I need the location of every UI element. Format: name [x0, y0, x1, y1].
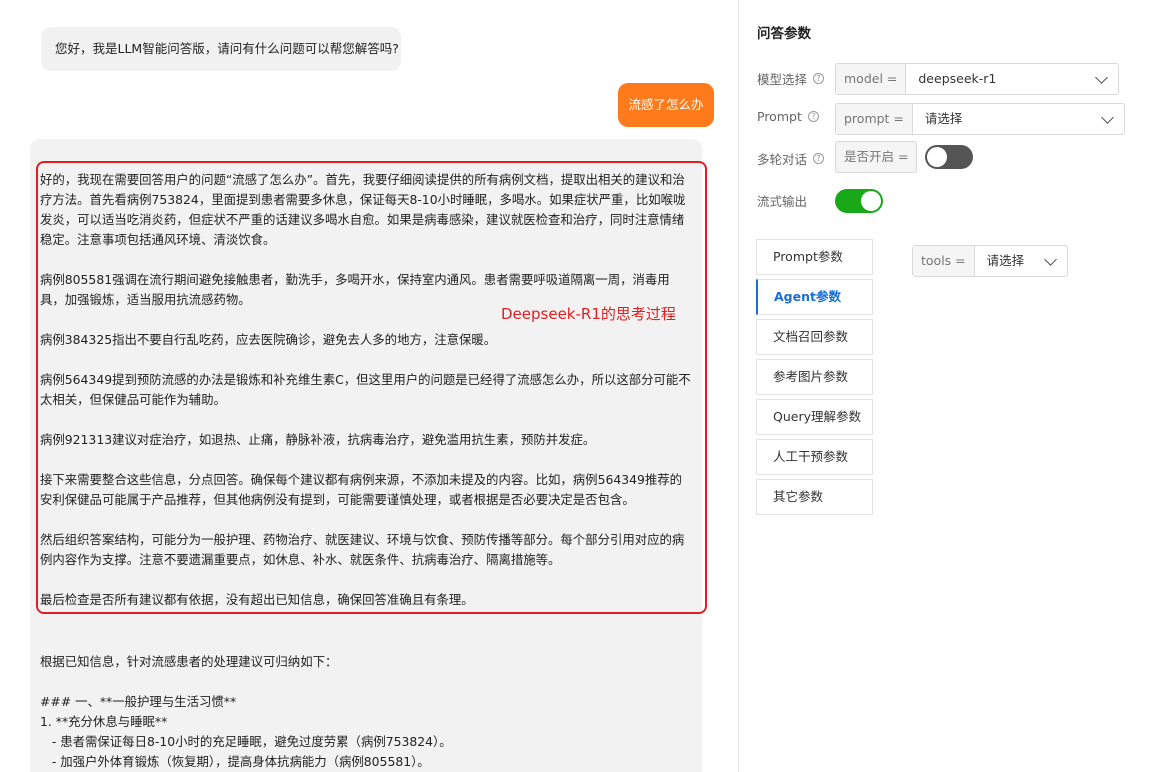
prompt-label: Prompt ? [757, 109, 819, 124]
think-paragraph: 病例921313建议对症治疗，如退热、止痛，静脉补液，抗病毒治疗，避免滥用抗生素… [40, 432, 596, 447]
answer-line: ### 一、**一般护理与生活习惯** [40, 694, 237, 709]
multi-turn-label: 多轮对话 ? [757, 149, 825, 168]
answer-line: - 患者需保证每日8-10小时的充足睡眠，避免过度劳累（病例753824）。 [40, 734, 452, 749]
answer-line: 根据已知信息，针对流感患者的处理建议可归纳如下： [40, 654, 338, 669]
toggle-knob [861, 191, 881, 211]
think-process-text: 好的，我现在需要回答用户的问题“流感了怎么办”。首先，我要仔细阅读提供的所有病例… [40, 170, 692, 630]
think-paragraph: 病例564349提到预防流感的办法是锻炼和补充维生素C，但这里用户的问题是已经得… [40, 372, 691, 407]
think-annotation-label: Deepseek-R1的思考过程 [501, 305, 676, 323]
tab-prompt-params[interactable]: Prompt参数 [756, 239, 873, 275]
bot-greeting-bubble: 您好，我是LLM智能问答版，请问有什么问题可以帮您解答吗? [41, 27, 401, 71]
help-icon[interactable]: ? [813, 153, 825, 164]
think-paragraph: 最后检查是否所有建议都有依据，没有超出已知信息，确保回答准确且有条理。 [40, 592, 474, 607]
tools-select[interactable]: tools = 请选择 [912, 245, 1068, 277]
think-paragraph: 好的，我现在需要回答用户的问题“流感了怎么办”。首先，我要仔细阅读提供的所有病例… [40, 172, 686, 247]
prompt-addon: prompt = [836, 104, 913, 134]
think-paragraph: 病例384325指出不要自行乱吃药，应去医院确诊，避免去人多的地方，注意保暖。 [40, 332, 497, 347]
toggle-knob [927, 147, 947, 167]
chevron-down-icon [1037, 246, 1067, 276]
model-value: deepseek-r1 [918, 71, 997, 86]
multi-turn-label-text: 多轮对话 [757, 152, 808, 167]
chevron-down-icon [1094, 104, 1124, 134]
tab-other-params[interactable]: 其它参数 [756, 479, 873, 515]
tab-agent-params[interactable]: Agent参数 [756, 279, 873, 315]
answer-line: - 加强户外体育锻炼（恢复期），提高身体抗病能力（病例805581）。 [40, 754, 430, 769]
multi-turn-toggle[interactable] [925, 145, 973, 169]
model-select[interactable]: model = deepseek-r1 [835, 63, 1119, 95]
panel-title: 问答参数 [757, 26, 811, 42]
help-icon[interactable]: ? [813, 73, 825, 84]
model-addon: model = [836, 64, 907, 94]
multi-turn-addon: 是否开启 = [835, 141, 918, 173]
params-panel: 问答参数 模型选择 ? model = deepseek-r1 Prompt ?… [738, 0, 1149, 772]
think-paragraph: 然后组织答案结构，可能分为一般护理、药物治疗、就医建议、环境与饮食、预防传播等部… [40, 532, 685, 567]
prompt-label-text: Prompt [757, 109, 802, 124]
tools-value: 请选择 [986, 253, 1025, 268]
tab-doc-recall-params[interactable]: 文档召回参数 [756, 319, 873, 355]
answer-line: 1. **充分休息与睡眠** [40, 714, 168, 729]
think-paragraph: 接下来需要整合这些信息，分点回答。确保每个建议都有病例来源，不添加未提及的内容。… [40, 472, 683, 507]
answer-blank-line [40, 672, 692, 692]
answer-text: 根据已知信息，针对流感患者的处理建议可归纳如下： ### 一、**一般护理与生活… [40, 652, 692, 772]
help-icon[interactable]: ? [807, 111, 819, 122]
tools-addon: tools = [913, 246, 975, 276]
tab-ref-image-params[interactable]: 参考图片参数 [756, 359, 873, 395]
user-message-bubble: 流感了怎么办 [618, 83, 714, 127]
stream-toggle[interactable] [835, 189, 883, 213]
model-label-text: 模型选择 [757, 72, 808, 87]
chevron-down-icon [1088, 64, 1118, 94]
tab-manual-params[interactable]: 人工干预参数 [756, 439, 873, 475]
stream-label: 流式输出 [757, 194, 808, 209]
model-label: 模型选择 ? [757, 69, 825, 88]
prompt-select[interactable]: prompt = 请选择 [835, 103, 1125, 135]
tab-query-params[interactable]: Query理解参数 [756, 399, 873, 435]
chat-area: 您好，我是LLM智能问答版，请问有什么问题可以帮您解答吗? 流感了怎么办 好的，… [0, 0, 738, 772]
prompt-value: 请选择 [924, 111, 963, 126]
